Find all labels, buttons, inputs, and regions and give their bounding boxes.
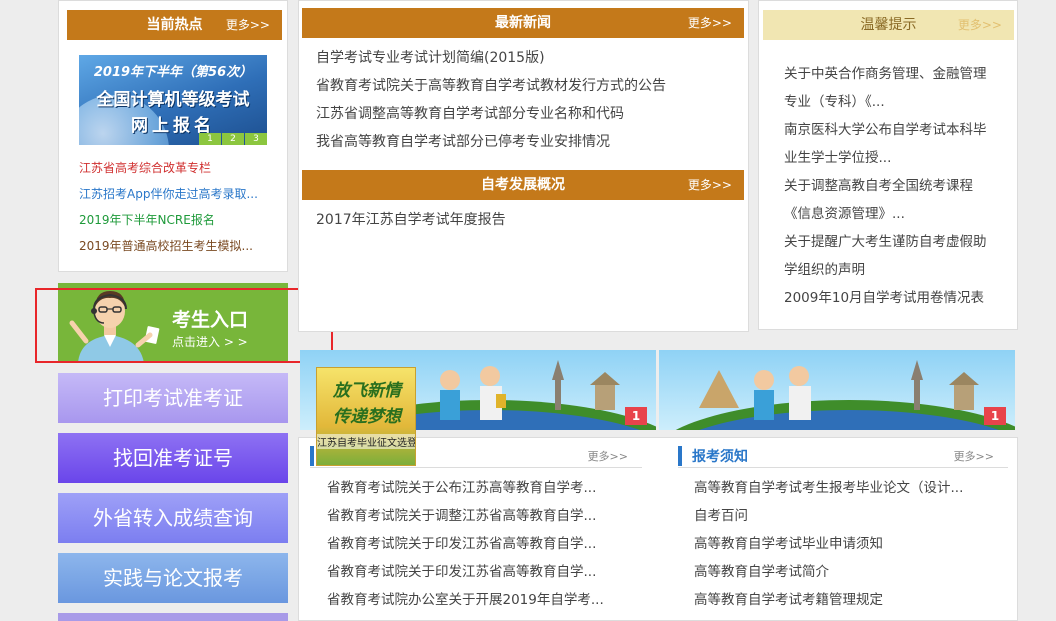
notice-item[interactable]: 省教育考试院关于印发江苏省高等教育自学... [327, 558, 627, 586]
guide-list: 高等教育自学考试考生报考毕业论文（设计... 自考百问 高等教育自学考试毕业申请… [694, 474, 994, 614]
notices-header: 更多>> [310, 444, 642, 468]
tips-item[interactable]: 关于调整高教自考全国统考课程《信息资源管理》... [784, 172, 999, 228]
dev-list: 2017年江苏自学考试年度报告 [316, 206, 736, 234]
tips-item[interactable]: 关于提醒广大考生谨防自考虚假助学组织的声明 [784, 228, 999, 284]
notice-item[interactable]: 省教育考试院关于印发江苏省高等教育自学... [327, 530, 627, 558]
tips-more-link[interactable]: 更多>> [958, 10, 1002, 40]
tips-item[interactable]: 2009年10月自学考试用卷情况表 [784, 284, 999, 312]
hot-links: 江苏省高考综合改革专栏 江苏招考App伴你走过高考录取... 2019年下半年N… [79, 156, 279, 260]
hot-title-bar: 当前热点 更多>> [67, 10, 282, 40]
news-item[interactable]: 我省高等教育自学考试部分已停考专业安排情况 [316, 128, 736, 156]
guide-title: 报考须知 [692, 449, 748, 465]
slide-right-index[interactable]: 1 [984, 407, 1006, 425]
transfer-score-query-button[interactable]: 外省转入成绩查询 [58, 493, 288, 543]
guide-item[interactable]: 自考百问 [694, 502, 994, 530]
retrieve-ticket-number-button[interactable]: 找回准考证号 [58, 433, 288, 483]
dev-title-bar: 自考发展概况 更多>> [302, 170, 744, 200]
notice-item[interactable]: 省教育考试院办公室关于开展2019年自学考... [327, 586, 627, 614]
guide-item[interactable]: 高等教育自学考试考籍管理规定 [694, 586, 994, 614]
hot-link[interactable]: 2019年普通高校招生考生模拟... [79, 234, 279, 260]
slide-left-index[interactable]: 1 [625, 407, 647, 425]
guide-item[interactable]: 高等教育自学考试毕业申请须知 [694, 530, 994, 558]
news-title-bar: 最新新闻 更多>> [302, 8, 744, 38]
news-item[interactable]: 自学考试专业考试计划简编(2015版) [316, 44, 736, 72]
tips-item[interactable]: 关于中英合作商务管理、金融管理专业（专科）《... [784, 60, 999, 116]
guide-item[interactable]: 高等教育自学考试考生报考毕业论文（设计... [694, 474, 994, 502]
notice-item[interactable]: 省教育考试院关于调整江苏省高等教育自学... [327, 502, 627, 530]
hot-more-link[interactable]: 更多>> [226, 10, 270, 40]
dev-more-link[interactable]: 更多>> [688, 170, 732, 200]
tips-title: 温馨提示 [860, 17, 917, 33]
banner-line1: 2019年下半年（第56次） [93, 65, 253, 80]
dev-item[interactable]: 2017年江苏自学考试年度报告 [316, 206, 736, 234]
news-list: 自学考试专业考试计划简编(2015版) 省教育考试院关于高等教育自学考试教材发行… [316, 44, 736, 156]
hot-link[interactable]: 江苏省高考综合改革专栏 [79, 156, 279, 182]
banner-dots: 1 2 3 [199, 133, 267, 145]
slide-banner-right[interactable]: 1 [659, 350, 1015, 430]
guide-marker [678, 446, 682, 466]
poster-line2: 传递梦想 [333, 407, 401, 427]
news-title: 最新新闻 [495, 15, 551, 31]
banner-dot-1[interactable]: 1 [199, 133, 221, 145]
guide-more-link[interactable]: 更多>> [954, 448, 994, 464]
tips-list: 关于中英合作商务管理、金融管理专业（专科）《... 南京医科大学公布自学考试本科… [784, 60, 999, 312]
entry-highlight-box [35, 288, 333, 363]
banner-line2: 全国计算机等级考试 [96, 90, 250, 110]
poster-line1: 放飞新情 [333, 381, 401, 401]
notices-more-link[interactable]: 更多>> [588, 448, 628, 464]
banner-dot-2[interactable]: 2 [222, 133, 244, 145]
students-landmarks-illustration-right [675, 360, 1015, 430]
banner-dot-3[interactable]: 3 [245, 133, 267, 145]
news-more-link[interactable]: 更多>> [688, 8, 732, 38]
notices-marker [310, 446, 314, 466]
dev-title: 自考发展概况 [481, 177, 565, 193]
notices-list: 省教育考试院关于公布江苏高等教育自学考... 省教育考试院关于调整江苏省高等教育… [327, 474, 627, 614]
guide-item[interactable]: 高等教育自学考试简介 [694, 558, 994, 586]
hot-link[interactable]: 江苏招考App伴你走过高考录取... [79, 182, 279, 208]
next-button-edge [58, 613, 288, 621]
notice-item[interactable]: 省教育考试院关于公布江苏高等教育自学考... [327, 474, 627, 502]
hot-title: 当前热点 [146, 17, 203, 33]
print-admission-ticket-button[interactable]: 打印考试准考证 [58, 373, 288, 423]
ncre-banner[interactable]: 2019年下半年（第56次） 全国计算机等级考试 网上报名 1 2 3 [79, 55, 267, 145]
practice-thesis-registration-button[interactable]: 实践与论文报考 [58, 553, 288, 603]
news-item[interactable]: 省教育考试院关于高等教育自学考试教材发行方式的公告 [316, 72, 736, 100]
news-item[interactable]: 江苏省调整高等教育自学考试部分专业名称和代码 [316, 100, 736, 128]
guide-header: 报考须知 更多>> [678, 444, 1008, 468]
tips-item[interactable]: 南京医科大学公布自学考试本科毕业生学士学位授... [784, 116, 999, 172]
tips-title-bar: 温馨提示 更多>> [763, 10, 1014, 40]
hot-link[interactable]: 2019年下半年NCRE报名 [79, 208, 279, 234]
